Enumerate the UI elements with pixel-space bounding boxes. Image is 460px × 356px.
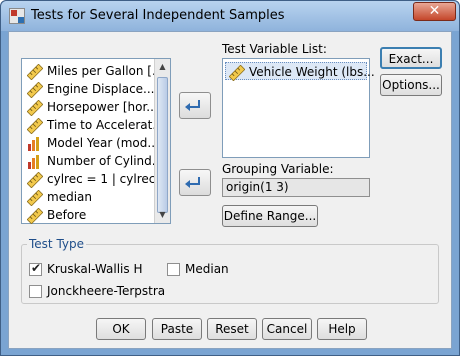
- jonckheere-terpstra-checkbox[interactable]: [29, 285, 42, 298]
- kruskal-wallis-checkbox[interactable]: ✔: [29, 261, 42, 276]
- list-item[interactable]: median: [26, 188, 92, 206]
- ruler-icon: [26, 63, 45, 80]
- variables-scrollbar[interactable]: ▲ ▼: [154, 59, 170, 223]
- cancel-button[interactable]: Cancel: [262, 318, 312, 340]
- check-icon: ✔: [31, 261, 42, 275]
- test-type-title: Test Type: [27, 237, 87, 251]
- grouping-variable-field[interactable]: origin(1 3): [222, 178, 370, 197]
- list-item[interactable]: Before: [26, 206, 87, 224]
- median-label[interactable]: Median: [185, 262, 229, 276]
- bar-chart-icon: [27, 136, 45, 152]
- list-item[interactable]: Engine Displace...: [26, 80, 155, 98]
- ok-button[interactable]: OK: [96, 318, 146, 340]
- median-checkbox[interactable]: [167, 263, 180, 276]
- list-item[interactable]: Vehicle Weight (lbs...: [225, 62, 375, 81]
- list-item[interactable]: Horsepower [hor...: [26, 98, 158, 116]
- list-item[interactable]: Model Year (mod...: [27, 134, 159, 152]
- list-item-label: Miles per Gallon [...: [47, 64, 164, 78]
- window-title: Tests for Several Independent Samples: [31, 8, 285, 23]
- list-item-label: Before: [47, 208, 87, 222]
- variables-listbox[interactable]: Miles per Gallon [... Engine Displace... H…: [21, 58, 171, 224]
- test-variable-label: Test Variable List:: [222, 42, 327, 56]
- ruler-icon: [26, 189, 45, 206]
- bar-chart-icon: [27, 154, 45, 170]
- exact-button[interactable]: Exact...: [380, 47, 442, 69]
- test-variable-listbox[interactable]: Vehicle Weight (lbs...: [222, 58, 375, 158]
- kruskal-wallis-label[interactable]: Kruskal-Wallis H: [47, 262, 142, 276]
- list-item[interactable]: Time to Accelerat...: [26, 116, 164, 134]
- scroll-up-icon[interactable]: ▲: [155, 59, 170, 75]
- move-to-grouping-button[interactable]: [179, 169, 211, 196]
- help-button[interactable]: Help: [317, 318, 367, 340]
- scroll-down-icon[interactable]: ▼: [155, 207, 170, 223]
- close-button[interactable]: ✕: [413, 2, 456, 21]
- options-button[interactable]: Options...: [380, 74, 442, 96]
- ruler-icon: [228, 64, 247, 81]
- list-item-label: Time to Accelerat...: [47, 118, 164, 132]
- ruler-icon: [26, 117, 45, 134]
- ruler-icon: [26, 99, 45, 116]
- list-item-label: Vehicle Weight (lbs...: [249, 65, 375, 79]
- list-item-label: Engine Displace...: [47, 82, 155, 96]
- ruler-icon: [26, 171, 45, 188]
- list-item-label: median: [47, 190, 92, 204]
- list-item[interactable]: Miles per Gallon [...: [26, 62, 164, 80]
- arrow-right-icon: [185, 100, 200, 111]
- paste-button[interactable]: Paste: [152, 318, 202, 340]
- title-bar[interactable]: Tests for Several Independent Samples ✕: [1, 1, 459, 31]
- dialog-body: Miles per Gallon [... Engine Displace... H…: [8, 31, 452, 349]
- define-range-button[interactable]: Define Range...: [222, 205, 318, 227]
- move-to-test-list-button[interactable]: [179, 92, 211, 119]
- jonckheere-terpstra-label[interactable]: Jonckheere-Terpstra: [47, 284, 165, 298]
- dialog-window: Tests for Several Independent Samples ✕ …: [0, 0, 460, 356]
- list-item[interactable]: cylrec = 1 | cylrec ...: [26, 170, 171, 188]
- arrow-right-icon: [185, 177, 200, 188]
- ruler-icon: [26, 207, 45, 224]
- ruler-icon: [26, 81, 45, 98]
- app-icon: [9, 8, 25, 24]
- reset-button[interactable]: Reset: [207, 318, 257, 340]
- list-item-label: cylrec = 1 | cylrec ...: [47, 172, 171, 186]
- list-item-label: Number of Cylind...: [47, 154, 164, 168]
- grouping-variable-label: Grouping Variable:: [222, 162, 334, 176]
- scroll-thumb[interactable]: [157, 77, 168, 213]
- list-item-label: Horsepower [hor...: [47, 100, 158, 114]
- list-item[interactable]: Number of Cylind...: [27, 152, 163, 170]
- list-item-label: Model Year (mod...: [47, 136, 159, 150]
